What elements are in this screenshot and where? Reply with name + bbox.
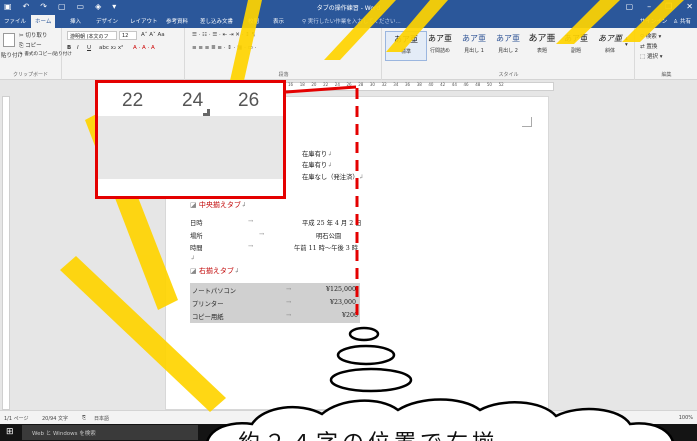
ruler-tick-40: 40	[428, 82, 434, 87]
right-row-printer: プリンター → ¥23,000	[192, 299, 357, 308]
window-controls: ▢ – ❐ ✕	[626, 2, 693, 12]
ruler-zoom-callout: 22 24 26	[95, 80, 286, 199]
tab-mailings[interactable]: 差し込み文書	[200, 17, 233, 25]
copy-button[interactable]: ⎘ コピー	[19, 41, 42, 50]
styles-more-icon[interactable]: ▴ ▾	[625, 36, 628, 48]
minimize-icon[interactable]: –	[647, 2, 651, 12]
title-bar: ▣ ↶ ↷ ▢ ▭ ◈ ▾ タブの操作練習 - Word ▢ – ❐ ✕	[0, 0, 697, 14]
right-row-paper: コピー用紙 → ¥200	[192, 312, 359, 321]
ribbon-tab-row: ファイル ホーム 挿入 デザイン レイアウト 参考資料 差し込み文書 校閲 表示…	[0, 14, 697, 28]
callout-text: 約２４字の位置で右揃	[238, 425, 498, 441]
ruler-tick-28: 28	[358, 82, 364, 87]
font-name-box[interactable]: 游明朝 (本文のフ	[67, 31, 117, 40]
close-icon[interactable]: ✕	[686, 2, 693, 12]
empty-paragraph: ↲	[190, 255, 196, 262]
center-row-time: 時間 → 午前 11 時～午後 3 時	[190, 243, 359, 252]
ruler-tick-48: 48	[475, 82, 481, 87]
center-row-place: 場所 → 明石公園	[190, 231, 342, 240]
ruler-tick-18: 18	[299, 82, 305, 87]
ruler-tick-34: 34	[393, 82, 399, 87]
ruler-tick-50: 50	[486, 82, 492, 87]
cut-button[interactable]: ✂ 切り取り	[19, 31, 47, 39]
styles-group-label: スタイル	[498, 72, 519, 78]
ruler-tick-46: 46	[463, 82, 469, 87]
tab-design[interactable]: デザイン	[96, 17, 118, 25]
zoomed-ruler: 22 24 26	[98, 83, 283, 116]
ruler-tick-16: 16	[288, 82, 294, 87]
language-indicator[interactable]: 日本語	[94, 415, 109, 422]
ruler-tick-26: 26	[346, 82, 352, 87]
ruler-tick-30: 30	[369, 82, 375, 87]
ruler-tick-36: 36	[405, 82, 411, 87]
center-tab-heading: ◪ 中央揃えタブ↲	[190, 201, 247, 209]
tab-view[interactable]: 表示	[273, 17, 284, 25]
zoom-level[interactable]: 100%	[679, 415, 693, 421]
ruler-tick-24: 24	[334, 82, 340, 87]
zoomed-tick-24: 24	[182, 90, 204, 111]
clipboard-group: 貼り付け ✂ 切り取り ⎘ コピー ✎ 書式のコピー/貼り付け クリップボード	[0, 28, 72, 80]
vertical-ruler	[2, 96, 10, 410]
maximize-icon[interactable]: ❐	[665, 2, 672, 12]
tab-references[interactable]: 参考資料	[166, 17, 188, 25]
font-color-icon[interactable]: A · A · A	[133, 45, 155, 51]
paragraph-group-label: 段落	[278, 72, 289, 78]
italic-button[interactable]: I	[77, 45, 79, 51]
ruler-tick-32: 32	[381, 82, 387, 87]
center-row-date: 日時 → 平成 25 年 4 月 2 日	[190, 218, 362, 227]
left-tab-line-1: 在庫有り↲	[302, 151, 333, 158]
ruler-tick-42: 42	[440, 82, 446, 87]
align-icons[interactable]: ≡ ≡ ≡ ≣ ≡ · ⇕ · ▦ · ▭ ·	[192, 45, 256, 51]
font-group: 游明朝 (本文のフ 12 A˄ A˅ Aa B I U abc x₂ x² A …	[63, 28, 185, 80]
tab-review[interactable]: 校閲	[248, 17, 259, 25]
editing-group-label: 編集	[661, 72, 672, 78]
zoomed-tick-22: 22	[122, 90, 144, 111]
bullets-icon[interactable]: ☰ · ☷ · ☰ · ⇤ ⇥ ✕ · ↕ ¶	[192, 32, 255, 38]
tab-layout[interactable]: レイアウト	[130, 17, 158, 25]
tab-file[interactable]: ファイル	[4, 17, 26, 25]
tell-me-box[interactable]: ⚲ 実行したい作業を入力してください...	[302, 17, 401, 25]
tab-home[interactable]: ホーム	[31, 15, 56, 28]
clipboard-group-label: クリップボード	[12, 72, 48, 78]
select-button[interactable]: ⬚ 選択 ▾	[640, 52, 662, 60]
zoomed-tick-26: 26	[238, 90, 260, 111]
account-area: サインイン ♙ 共有	[640, 17, 691, 25]
page-count[interactable]: 1/1 ページ	[4, 415, 29, 422]
styles-group: あア亜 標準 あア亜 行間詰め あア亜 見出し 1 あア亜 見出し 2 あア亜 …	[383, 28, 635, 80]
left-tab-line-3: 在庫なし（発注済）↲	[302, 174, 364, 181]
ruler-tick-38: 38	[416, 82, 422, 87]
window-title: タブの操作練習 - Word	[316, 5, 381, 12]
ribbon-options-icon[interactable]: ▢	[626, 2, 634, 12]
editing-group: ⚲ 検索 ▾ ⇄ 置換 ⬚ 選択 ▾ 編集	[636, 28, 697, 80]
tab-insert[interactable]: 挿入	[70, 17, 81, 25]
ribbon: 貼り付け ✂ 切り取り ⎘ コピー ✎ 書式のコピー/貼り付け クリップボード …	[0, 28, 697, 80]
right-row-laptop: ノートパソコン → ¥125,000	[192, 286, 357, 295]
ruler-tick-44: 44	[451, 82, 457, 87]
right-tab-heading: ◪ 右揃えタブ↲	[190, 267, 240, 275]
underline-button[interactable]: U	[87, 45, 91, 51]
paragraph-group: ☰ · ☷ · ☰ · ⇤ ⇥ ✕ · ↕ ¶ ≡ ≡ ≡ ≣ ≡ · ⇕ · …	[186, 28, 382, 80]
grow-font-icon[interactable]: A˄ A˅ Aa	[141, 32, 165, 38]
signin-link[interactable]: サインイン	[640, 17, 668, 25]
zoomed-shaded-area	[98, 116, 283, 179]
strikethrough-icon[interactable]: abc x₂ x²	[99, 45, 123, 51]
replace-button[interactable]: ⇄ 置換	[640, 42, 657, 50]
bold-button[interactable]: B	[67, 45, 71, 51]
ruler-tick-52: 52	[498, 82, 504, 87]
paste-icon[interactable]	[3, 33, 15, 47]
taskbar-search-box[interactable]: Web と Windows を検索	[22, 425, 198, 440]
right-tab-stop-icon	[203, 109, 210, 116]
margin-corner-mark	[522, 117, 532, 127]
ruler-tick-20: 20	[311, 82, 317, 87]
font-size-box[interactable]: 12	[119, 31, 137, 40]
find-button[interactable]: ⚲ 検索 ▾	[640, 32, 661, 40]
share-button[interactable]: ♙ 共有	[673, 17, 691, 25]
word-count[interactable]: 20/94 文字	[42, 415, 68, 422]
ruler-tick-22: 22	[323, 82, 329, 87]
proofing-icon[interactable]: ⎘	[82, 415, 86, 421]
windows-start-icon[interactable]: ⊞	[6, 428, 14, 437]
left-tab-line-2: 在庫有り↲	[302, 162, 333, 169]
